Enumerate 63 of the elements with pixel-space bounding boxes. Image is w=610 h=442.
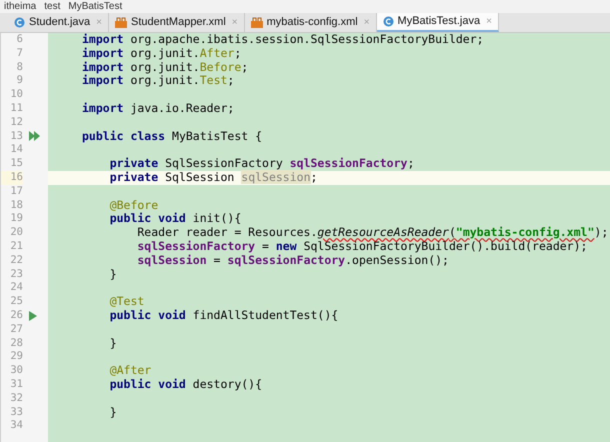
line-number: 28 bbox=[9, 336, 23, 350]
line-number: 11 bbox=[9, 102, 23, 116]
line-number: 32 bbox=[9, 392, 23, 406]
line-number: 22 bbox=[9, 254, 23, 268]
line-number: 7 bbox=[16, 46, 23, 61]
line-number: 18 bbox=[9, 198, 23, 212]
code-line: } bbox=[108, 406, 118, 420]
line-number: 12 bbox=[9, 116, 23, 130]
tab-label: MyBatisTest.java bbox=[398, 14, 480, 30]
code-line: @Before bbox=[108, 198, 160, 212]
line-number: 31 bbox=[9, 378, 23, 392]
line-number: 15 bbox=[9, 157, 23, 171]
line-number: 24 bbox=[9, 281, 23, 296]
line-number: 16 bbox=[1, 170, 23, 185]
code-line: sqlSessionFactory = new SqlSessionFactoryBuilder().build(reader); bbox=[136, 240, 588, 254]
breadcrumb-item[interactable]: MyBatisTest bbox=[68, 1, 122, 13]
line-number: 33 bbox=[9, 406, 23, 420]
line-number: 27 bbox=[9, 322, 23, 337]
code-line: import org.junit.Before; bbox=[81, 60, 250, 74]
line-number: 6 bbox=[16, 33, 23, 47]
code-line: Reader reader = Resources.getResourceAsReader("mybatis-config.xml"); bbox=[136, 226, 610, 240]
code-line: sqlSession = sqlSessionFactory.openSession(); bbox=[136, 254, 450, 268]
line-number: 30 bbox=[9, 364, 23, 378]
code-line: public class MyBatisTest { bbox=[81, 130, 264, 144]
line-number: 21 bbox=[9, 240, 23, 254]
xml-file-icon bbox=[115, 17, 127, 28]
line-number: 10 bbox=[9, 88, 23, 102]
tab-label: mybatis-config.xml bbox=[266, 15, 358, 30]
code-line: @After bbox=[108, 364, 152, 378]
breadcrumb-item[interactable]: itheima bbox=[4, 1, 36, 13]
editor-tab[interactable]: mybatis-config.xml × bbox=[244, 13, 377, 32]
line-number: 26 bbox=[9, 308, 23, 323]
line-number: 9 bbox=[16, 74, 23, 88]
code-line: private SqlSessionFactory sqlSessionFactory; bbox=[108, 157, 416, 171]
code-line: public void destory(){ bbox=[108, 378, 264, 392]
breadcrumb-item[interactable]: test bbox=[44, 1, 60, 13]
line-number: 23 bbox=[9, 268, 23, 282]
line-number: 34 bbox=[9, 419, 23, 434]
line-number: 19 bbox=[9, 212, 23, 226]
line-number: 8 bbox=[16, 60, 23, 74]
xml-file-icon bbox=[250, 17, 263, 28]
code-line: @Test bbox=[108, 295, 146, 309]
line-number: 29 bbox=[9, 350, 23, 364]
line-number: 20 bbox=[9, 226, 23, 240]
code-line: public void init(){ bbox=[108, 212, 242, 226]
line-number: 13 bbox=[9, 130, 23, 144]
code-line: } bbox=[108, 336, 118, 350]
run-icon[interactable] bbox=[29, 310, 37, 321]
class-file-icon bbox=[14, 17, 25, 28]
code-line: import org.apache.ibatis.session.SqlSessionFactoryBuilder; bbox=[81, 33, 485, 47]
line-number: 17 bbox=[9, 184, 23, 199]
tab-label: Student.java bbox=[29, 15, 90, 30]
code-line: } bbox=[108, 268, 118, 282]
line-number: 25 bbox=[9, 295, 23, 309]
class-file-icon bbox=[382, 16, 394, 27]
line-number: 14 bbox=[9, 143, 23, 158]
editor-tab[interactable]: MyBatisTest.java × bbox=[376, 13, 499, 32]
tab-label: StudentMapper.xml bbox=[131, 15, 226, 30]
code-line: import org.junit.Test; bbox=[81, 74, 236, 88]
code-line: import java.io.Reader; bbox=[81, 102, 236, 116]
code-line: import org.junit.After; bbox=[81, 46, 242, 61]
code-line: public void findAllStudentTest(){ bbox=[108, 308, 340, 323]
run-all-icon[interactable] bbox=[29, 131, 40, 142]
